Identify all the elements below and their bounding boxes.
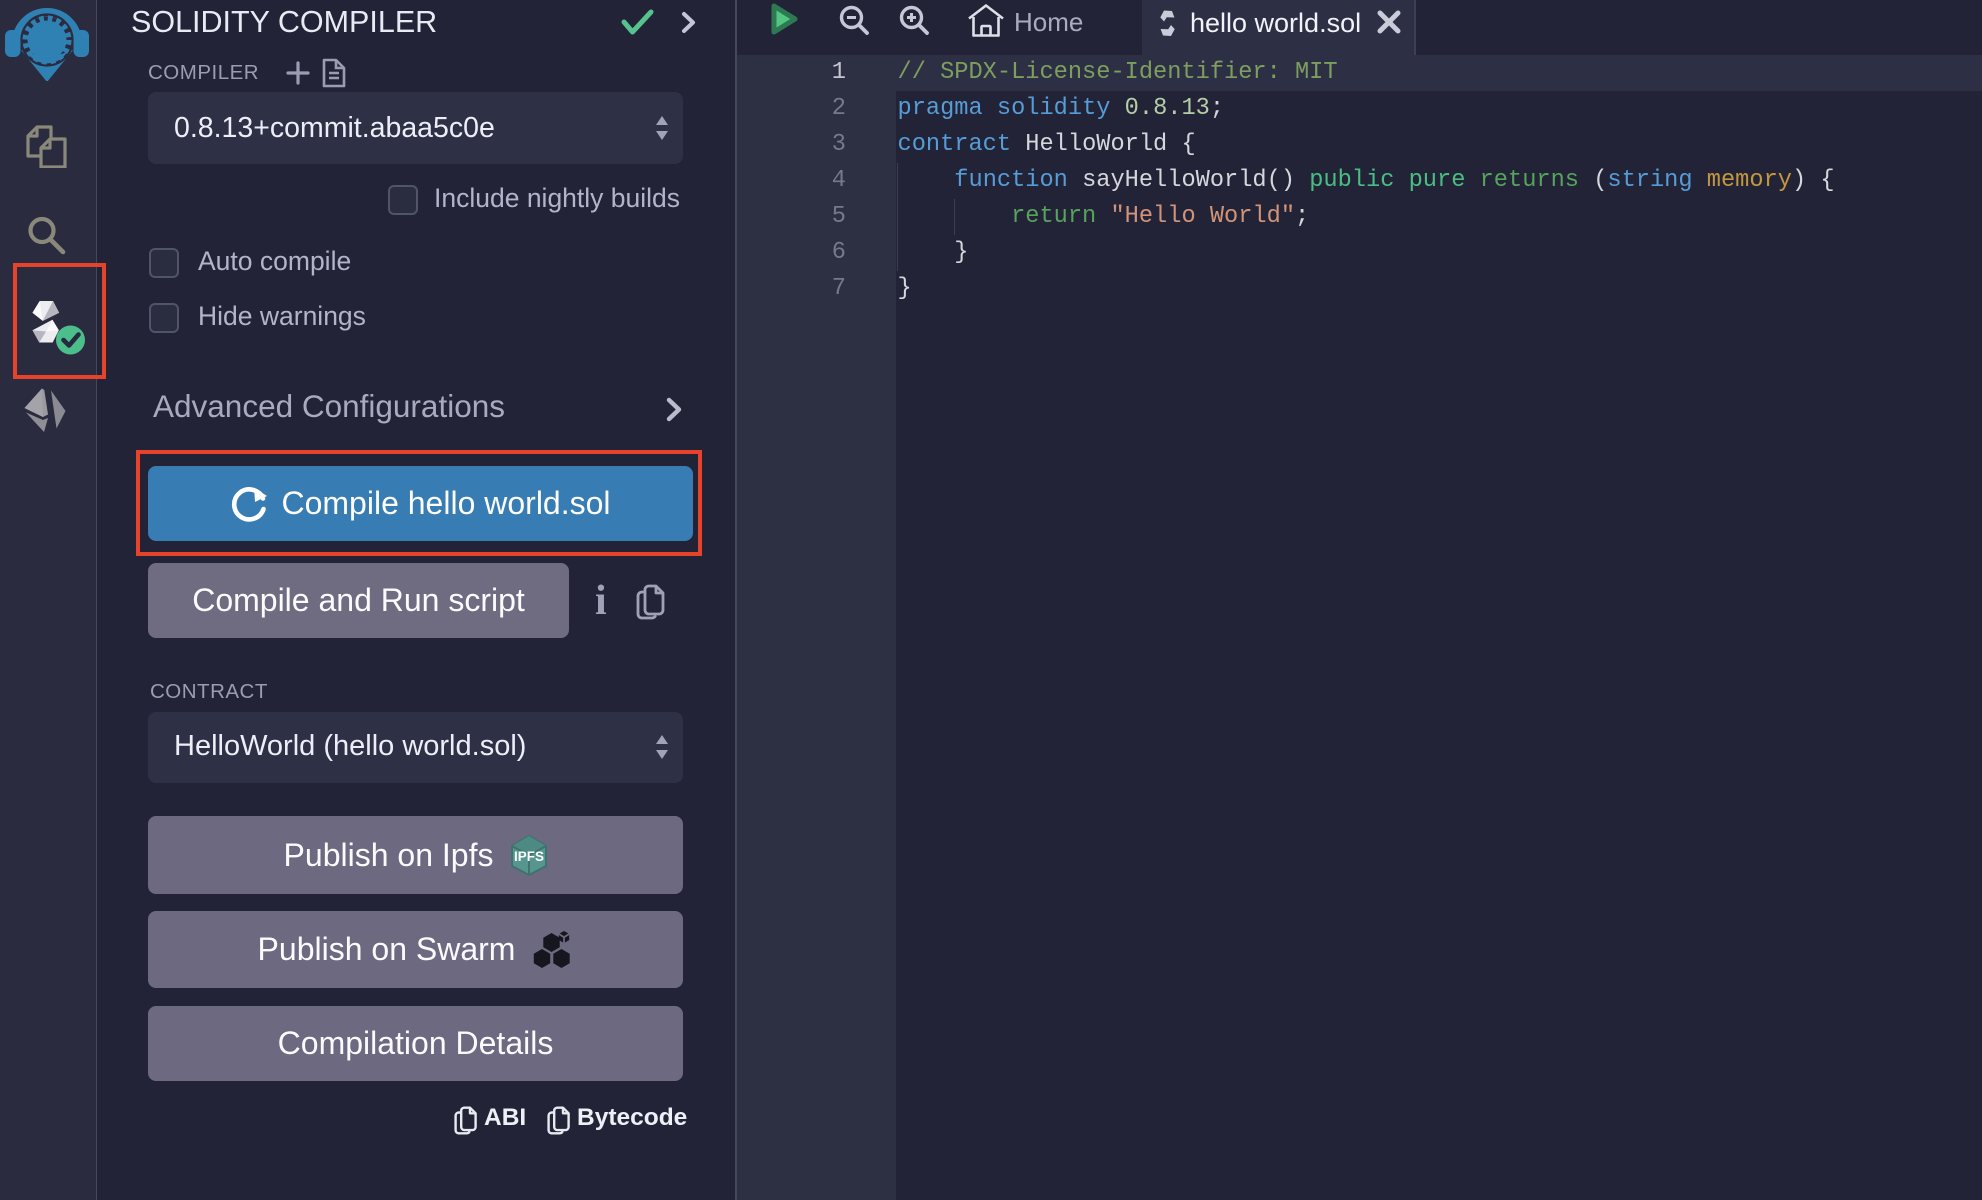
svg-text:IPFS: IPFS <box>514 849 544 864</box>
